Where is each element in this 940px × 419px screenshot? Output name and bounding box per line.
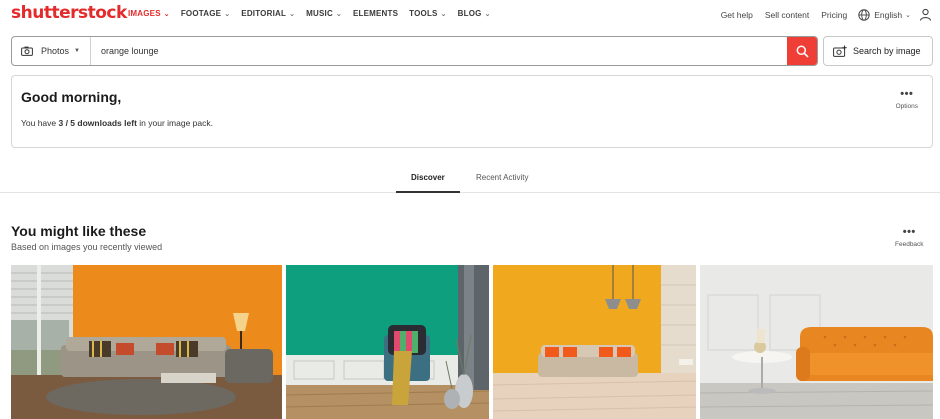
chevron-down-icon: ⌄ [335,10,342,18]
more-dots-icon: ••• [902,226,916,238]
nav-images-label: IMAGES [128,9,161,18]
search-by-image-button[interactable]: Search by image [823,36,933,66]
downloads-count: 3 / 5 downloads left [58,118,137,128]
nav-elements[interactable]: ELEMENTS [353,9,398,18]
feedback-button[interactable]: ••• Feedback [895,226,924,249]
nav-images[interactable]: IMAGES ⌄ [128,9,170,18]
nav-tools-label: TOOLS [409,9,438,18]
caret-down-icon: ▼ [74,48,80,54]
nav-blog-label: BLOG [457,9,482,18]
orange-living-room-image [11,265,282,419]
feedback-label: Feedback [895,241,924,248]
camera-icon [21,46,33,56]
search-by-image-label: Search by image [853,46,921,56]
nav-tools[interactable]: TOOLS ⌄ [409,9,447,18]
right-nav: Get help Sell content Pricing English ⌄ [709,8,932,21]
nav-music-label: MUSIC [306,9,333,18]
chevron-down-icon: ⌄ [440,10,447,18]
nav-footage[interactable]: FOOTAGE ⌄ [181,9,230,18]
chevron-down-icon: ⌄ [905,11,911,19]
search-icon [796,45,809,58]
search-query: orange lounge [101,46,159,56]
shutterstock-logo[interactable]: shutterstock [11,3,127,23]
tab-discover[interactable]: Discover [411,173,445,182]
options-button[interactable]: ••• Options [895,88,918,111]
greeting-card: Good morning, You have 3 / 5 downloads l… [11,75,933,148]
orange-wall-sofa-image [493,265,696,419]
camera-plus-icon [833,45,847,57]
chevron-down-icon: ⌄ [163,10,170,18]
nav-music[interactable]: MUSIC ⌄ [306,9,342,18]
search-button[interactable] [787,37,817,65]
language-selector[interactable]: English [874,10,902,20]
recommended-image[interactable] [11,265,282,419]
sell-content-link[interactable]: Sell content [765,10,809,20]
get-help-link[interactable]: Get help [721,10,753,20]
user-account-icon[interactable] [919,8,932,21]
nav-editorial[interactable]: EDITORIAL ⌄ [241,9,295,18]
nav-footage-label: FOOTAGE [180,9,222,18]
media-type-label: Photos [41,46,70,56]
chevron-down-icon: ⌄ [484,10,491,18]
search-input[interactable]: orange lounge [91,37,787,65]
recommendations-title: You might like these [11,223,147,239]
more-dots-icon: ••• [900,88,914,100]
tab-recent-activity[interactable]: Recent Activity [476,173,528,182]
nav-blog[interactable]: BLOG ⌄ [458,9,491,18]
greeting-title: Good morning, [21,89,122,105]
orange-tufted-sofa-image [700,265,933,419]
recommendations-subtitle: Based on images you recently viewed [11,242,163,252]
nav-editorial-label: EDITORIAL [241,9,287,18]
downloads-prefix: You have [21,118,59,128]
nav-elements-label: ELEMENTS [353,9,399,18]
pricing-link[interactable]: Pricing [821,10,847,20]
recommended-image[interactable] [493,265,696,419]
downloads-suffix: in your image pack. [136,118,213,128]
top-navigation: shutterstock IMAGES ⌄ FOOTAGE ⌄ EDITORIAL ⌄… [0,0,940,30]
recommended-image[interactable] [286,265,489,419]
active-tab-indicator [396,191,460,193]
chevron-down-icon: ⌄ [289,10,296,18]
search-bar: Photos ▼ orange lounge [11,36,818,66]
content-tabs: Discover Recent Activity [0,165,940,193]
main-nav: IMAGES ⌄ FOOTAGE ⌄ EDITORIAL ⌄ MUSIC ⌄ ELEME… [128,9,502,18]
chevron-down-icon: ⌄ [224,10,231,18]
options-label: Options [895,103,918,110]
recommended-image[interactable] [700,265,933,419]
globe-icon[interactable] [858,8,870,21]
media-type-dropdown[interactable]: Photos ▼ [12,37,91,65]
green-wall-armchair-image [286,265,489,419]
downloads-remaining-text: You have 3 / 5 downloads left in your im… [21,118,213,128]
